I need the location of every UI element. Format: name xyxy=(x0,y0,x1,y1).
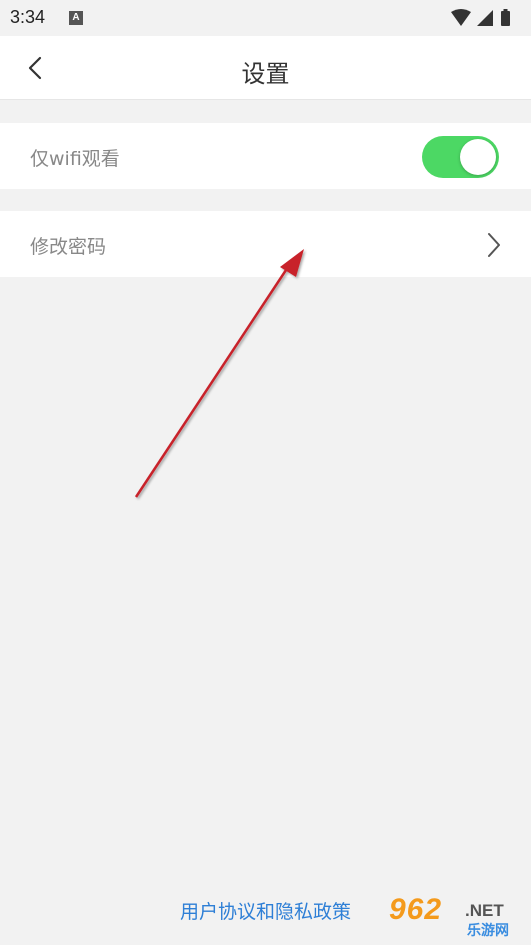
watermark-brand: 962 xyxy=(389,893,443,926)
nav-bar: 设置 xyxy=(0,36,531,100)
wifi-icon xyxy=(451,9,471,26)
status-time: 3:34 xyxy=(10,7,46,27)
notification-a-icon: A xyxy=(69,11,83,25)
wifi-only-row: 仅wifi观看 xyxy=(0,123,531,189)
page-title: 设置 xyxy=(241,60,290,88)
chevron-right-icon xyxy=(488,233,500,257)
signal-icon xyxy=(477,10,493,26)
toggle-knob xyxy=(460,139,496,175)
status-bar: 3:34 A xyxy=(0,0,531,36)
wifi-only-toggle[interactable] xyxy=(422,136,499,178)
status-icons xyxy=(451,9,510,26)
watermark-domain: .NET xyxy=(465,901,504,920)
battery-icon xyxy=(501,11,510,26)
change-password-row[interactable]: 修改密码 xyxy=(0,211,531,277)
watermark-logo: 962 .NET 乐游网 xyxy=(389,893,527,941)
wifi-only-label: 仅wifi观看 xyxy=(30,148,120,170)
change-password-label: 修改密码 xyxy=(30,236,107,258)
watermark-subtitle: 乐游网 xyxy=(467,923,509,939)
